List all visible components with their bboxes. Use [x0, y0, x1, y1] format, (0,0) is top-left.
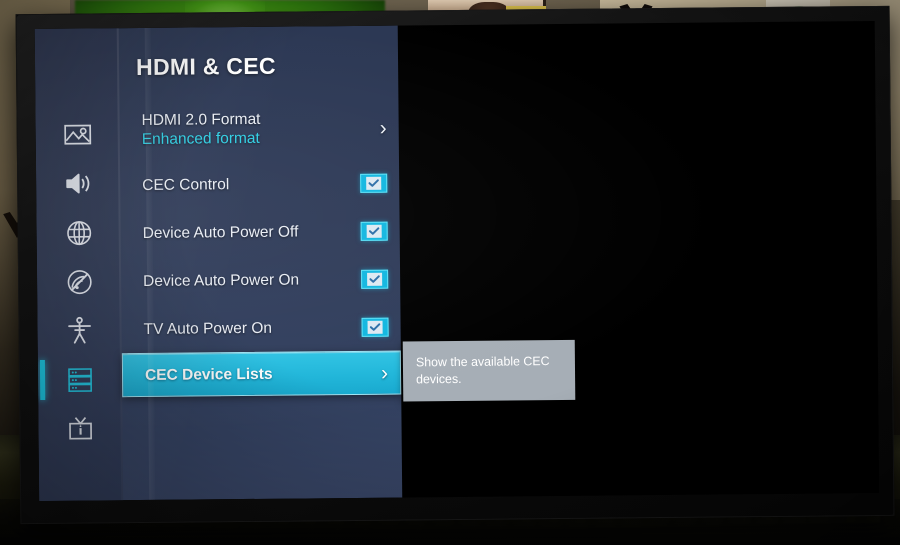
- chevron-right-icon: ›: [379, 116, 387, 140]
- menu-item-text: Device Auto Power On: [143, 269, 351, 290]
- check-icon: [368, 226, 380, 235]
- sidebar-item-picture[interactable]: [36, 110, 120, 159]
- menu-item-label: TV Auto Power On: [143, 319, 273, 338]
- chevron-right-icon: ›: [380, 361, 389, 385]
- sidebar-item-network[interactable]: [36, 208, 120, 257]
- menu-item-label: HDMI 2.0 Format: [141, 110, 261, 129]
- menu-item-device-auto-power-on[interactable]: Device Auto Power On: [137, 255, 400, 306]
- checkbox-inner: [367, 320, 383, 334]
- sidebar-item-support[interactable]: [38, 404, 122, 453]
- tooltip: Show the available CEC devices.: [402, 339, 576, 402]
- network-globe-icon: [65, 219, 92, 246]
- sidebar-item-broadcasting[interactable]: [37, 257, 121, 306]
- menu-item-label: CEC Device Lists: [144, 365, 273, 384]
- sidebar-item-accessibility[interactable]: [37, 306, 121, 355]
- menu-item-label: CEC Control: [142, 175, 230, 194]
- sidebar-item-sound[interactable]: [36, 159, 120, 208]
- check-icon: [369, 274, 380, 283]
- menu-item-label: Device Auto Power Off: [142, 223, 299, 242]
- page-title: HDMI & CEC: [135, 52, 276, 81]
- settings-overlay: HDMI & CEC HDMI 2.0 Format Enhanced form…: [34, 25, 403, 502]
- accessibility-icon: [66, 316, 92, 344]
- sound-icon: [64, 170, 92, 196]
- tv-screen: HDMI & CEC HDMI 2.0 Format Enhanced form…: [34, 20, 880, 502]
- menu-item-text: CEC Control: [142, 174, 350, 195]
- checkbox-device-auto-power-off[interactable]: [360, 221, 388, 241]
- tooltip-text: Show the available CEC devices.: [415, 354, 550, 387]
- menu-item-text: HDMI 2.0 Format Enhanced format: [142, 108, 370, 149]
- settings-icon-rail: [34, 28, 124, 502]
- checkbox-cec-control[interactable]: [360, 173, 388, 193]
- menu-item-cec-device-lists[interactable]: CEC Device Lists ›: [121, 350, 402, 398]
- menu-item-cec-control[interactable]: CEC Control: [136, 159, 399, 210]
- menu-item-hdmi-format[interactable]: HDMI 2.0 Format Enhanced format ›: [135, 97, 399, 162]
- sidebar-selection-indicator: [39, 359, 46, 400]
- menu-item-label: Device Auto Power On: [143, 270, 300, 290]
- menu-item-tv-auto-power-on[interactable]: TV Auto Power On: [137, 303, 400, 354]
- menu-item-device-auto-power-off[interactable]: Device Auto Power Off: [136, 207, 399, 258]
- checkbox-inner: [366, 176, 382, 190]
- checkbox-inner: [366, 224, 382, 238]
- photo-scene: HDMI & CEC HDMI 2.0 Format Enhanced form…: [0, 0, 900, 545]
- checkbox-tv-auto-power-on[interactable]: [361, 317, 389, 337]
- picture-icon: [64, 122, 92, 146]
- checkbox-device-auto-power-on[interactable]: [361, 269, 389, 289]
- menu-item-sublabel: Enhanced format: [141, 129, 260, 148]
- settings-menu-column: HDMI & CEC HDMI 2.0 Format Enhanced form…: [119, 26, 403, 501]
- general-list-icon: [66, 365, 94, 393]
- menu-item-text: Device Auto Power Off: [143, 222, 351, 243]
- sidebar-item-general[interactable]: [38, 355, 122, 404]
- support-tv-icon: [66, 414, 94, 442]
- menu-item-text: TV Auto Power On: [144, 317, 352, 338]
- television: HDMI & CEC HDMI 2.0 Format Enhanced form…: [15, 5, 895, 525]
- check-icon: [368, 178, 379, 187]
- check-icon: [369, 322, 381, 331]
- no-broadcast-icon: [66, 268, 93, 295]
- checkbox-inner: [367, 272, 383, 286]
- menu-item-text: CEC Device Lists: [145, 363, 371, 384]
- settings-menu-list: HDMI 2.0 Format Enhanced format › CEC Co…: [121, 97, 402, 398]
